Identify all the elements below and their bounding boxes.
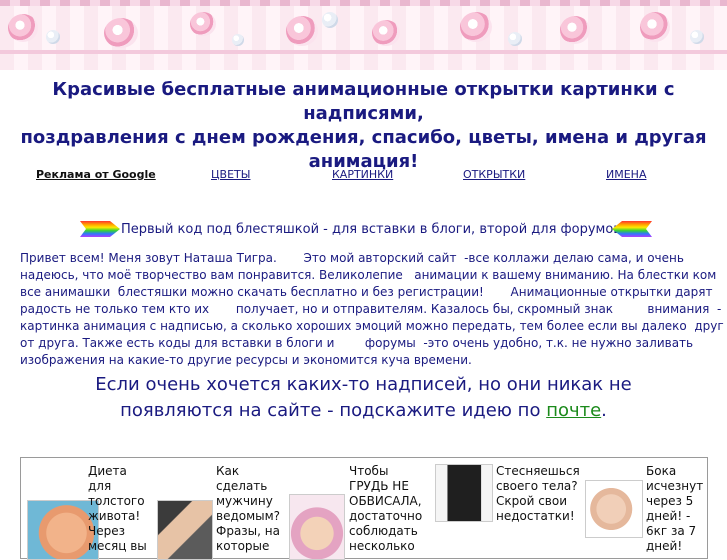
- ad-text-line: Скрой свои: [496, 494, 568, 508]
- ad-text-line: через 5: [646, 494, 694, 508]
- ad-text-line: 6кг за 7: [646, 524, 697, 538]
- intro-paragraph: Привет всем! Меня зовут Наташа Тигра. Эт…: [20, 250, 724, 369]
- ad-text-line: недостатки!: [496, 509, 575, 523]
- ad-text-line: Бока: [646, 464, 677, 478]
- bubble-decoration: [46, 30, 60, 44]
- callout-line-1: Если очень хочется каких-то надписей, но…: [95, 374, 632, 395]
- bubble-decoration: [690, 30, 704, 44]
- bubble-decoration: [508, 32, 522, 46]
- callout-suffix: .: [601, 400, 607, 421]
- rose-decoration: [372, 20, 400, 46]
- callout-line-2: появляются на сайте - подскажите идею по…: [0, 398, 727, 424]
- glitter-notice: Первый код под блестяшкой - для вставки …: [0, 220, 727, 240]
- ad-text[interactable]: Бока исчезнут через 5 дней! - 6кг за 7 д…: [646, 464, 704, 554]
- rose-decoration: [190, 12, 216, 36]
- google-ads-label[interactable]: Реклама от Google: [36, 168, 156, 181]
- bubble-decoration: [322, 12, 338, 28]
- intro-line: надеюсь, что моё творчество вам понравит…: [20, 268, 717, 282]
- top-nav: Реклама от Google ЦВЕТЫ КАРТИНКИ ОТКРЫТК…: [0, 168, 727, 184]
- ad-text-line: дней! -: [646, 509, 691, 523]
- intro-line: картинка анимация с надписью, а сколько …: [20, 319, 724, 333]
- ad-text-line: ведомым?: [216, 509, 281, 523]
- ad-text-line: которые: [216, 539, 270, 553]
- ad-text-line: мужчину: [216, 494, 273, 508]
- intro-line: все анимашки блестяшки можно скачать бес…: [20, 285, 713, 299]
- ad-thumbnail-image[interactable]: [585, 480, 643, 538]
- ad-text-line: месяц вы: [88, 539, 147, 553]
- glitter-notice-text: Первый код под блестяшкой - для вставки …: [121, 222, 626, 237]
- bubble-decoration: [232, 34, 244, 46]
- ad-text[interactable]: Диета для толстого живота! Через месяц в…: [88, 464, 152, 554]
- ad-text-line: толстого: [88, 494, 145, 508]
- intro-line: изображения на какие-то другие ресурсы и…: [20, 353, 472, 367]
- rose-decoration: [560, 16, 590, 44]
- ad-thumbnail-image[interactable]: [157, 500, 213, 560]
- ad-text[interactable]: Чтобы ГРУДЬ НЕ ОБВИСАЛА, достаточно собл…: [349, 464, 425, 554]
- rose-decoration: [286, 16, 318, 46]
- ad-text-line: ГРУДЬ НЕ: [349, 479, 409, 493]
- ad-text-line: Чтобы: [349, 464, 389, 478]
- intro-line: радость не только тем кто их получает, н…: [20, 302, 722, 316]
- ad-text-line: живота!: [88, 509, 141, 523]
- rose-decoration: [460, 12, 492, 42]
- ads-box: Диета для толстого живота! Через месяц в…: [20, 457, 708, 560]
- banner-stripe-top: [0, 0, 727, 6]
- ad-text-line: несколько: [349, 539, 415, 553]
- rainbow-arrow-icon: [80, 221, 120, 237]
- ad-text-line: Фразы, на: [216, 524, 280, 538]
- decorative-banner: [0, 0, 727, 70]
- ad-text-line: Стесняешься: [496, 464, 580, 478]
- ad-text-line: достаточно: [349, 509, 423, 523]
- ad-text[interactable]: Стесняешься своего тела? Скрой свои недо…: [496, 464, 586, 524]
- callout-line-2-text: появляются на сайте - подскажите идею по: [120, 400, 541, 421]
- email-link[interactable]: почте: [546, 400, 601, 421]
- ad-text[interactable]: Как сделать мужчину ведомым? Фразы, на к…: [216, 464, 282, 554]
- nav-link-pictures[interactable]: КАРТИНКИ: [332, 168, 393, 181]
- page-title: Красивые бесплатные анимационные открытк…: [0, 78, 727, 174]
- ad-text-line: Диета: [88, 464, 127, 478]
- nav-link-flowers[interactable]: ЦВЕТЫ: [211, 168, 250, 181]
- ad-text-line: для: [88, 479, 112, 493]
- ad-text-line: сделать: [216, 479, 268, 493]
- ad-text-line: дней!: [646, 539, 683, 553]
- banner-stripe-mid: [0, 50, 727, 54]
- idea-callout: Если очень хочется каких-то надписей, но…: [0, 372, 727, 424]
- rose-decoration: [640, 12, 670, 42]
- ad-text-line: ОБВИСАЛА,: [349, 494, 422, 508]
- rose-decoration: [104, 18, 138, 48]
- intro-line: от друга. Также есть коды для вставки в …: [20, 336, 694, 350]
- ad-thumbnail-image[interactable]: [289, 494, 345, 560]
- ad-thumbnail-image[interactable]: [435, 464, 493, 522]
- intro-line: Привет всем! Меня зовут Наташа Тигра. Эт…: [20, 251, 684, 265]
- nav-link-cards[interactable]: ОТКРЫТКИ: [463, 168, 525, 181]
- ad-text-line: своего тела?: [496, 479, 578, 493]
- page-title-line-1: Красивые бесплатные анимационные открытк…: [52, 79, 675, 124]
- rose-decoration: [8, 14, 38, 42]
- ad-text-line: Как: [216, 464, 240, 478]
- ad-text-line: Через: [88, 524, 125, 538]
- ad-text-line: исчезнут: [646, 479, 704, 493]
- ad-text-line: соблюдать: [349, 524, 418, 538]
- nav-link-names[interactable]: ИМЕНА: [606, 168, 646, 181]
- page-title-line-2: поздравления с днем рождения, спасибо, ц…: [20, 127, 707, 148]
